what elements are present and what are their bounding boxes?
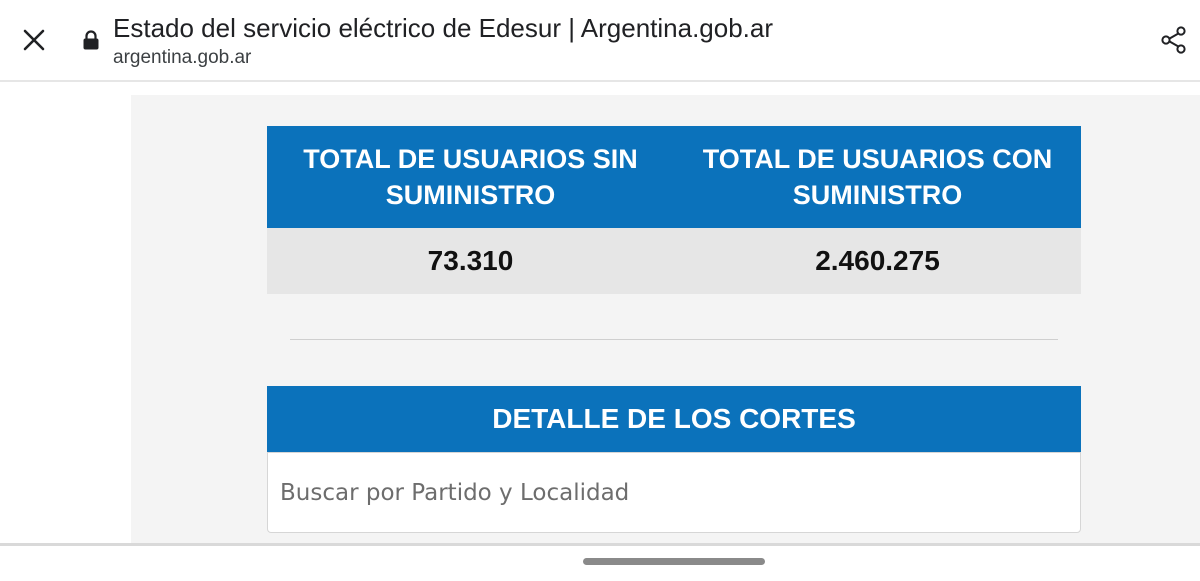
- share-button[interactable]: [1152, 18, 1196, 62]
- divider: [290, 339, 1058, 340]
- stats-header-row: TOTAL DE USUARIOS SIN SUMINISTRO TOTAL D…: [267, 126, 1081, 228]
- close-button[interactable]: [14, 20, 54, 60]
- header-users-without-supply: TOTAL DE USUARIOS SIN SUMINISTRO: [303, 144, 638, 210]
- users-stats-table: TOTAL DE USUARIOS SIN SUMINISTRO TOTAL D…: [267, 126, 1081, 294]
- search-box[interactable]: [267, 452, 1081, 533]
- browser-toolbar: Estado del servicio eléctrico de Edesur …: [0, 0, 1200, 82]
- header-users-with-supply: TOTAL DE USUARIOS CON SUMINISTRO: [702, 144, 1053, 210]
- close-icon: [23, 29, 45, 51]
- outages-detail-header: DETALLE DE LOS CORTES: [267, 386, 1081, 452]
- home-indicator[interactable]: [583, 558, 765, 565]
- page-title: Estado del servicio eléctrico de Edesur …: [113, 13, 774, 43]
- value-users-with-supply: 2.460.275: [815, 245, 940, 276]
- stats-values-row: 73.310 2.460.275: [267, 228, 1081, 294]
- search-input[interactable]: [268, 453, 1080, 532]
- page-url: argentina.gob.ar: [113, 47, 252, 68]
- share-icon: [1161, 26, 1186, 54]
- lock-icon: [83, 30, 99, 50]
- value-users-without-supply: 73.310: [427, 245, 514, 276]
